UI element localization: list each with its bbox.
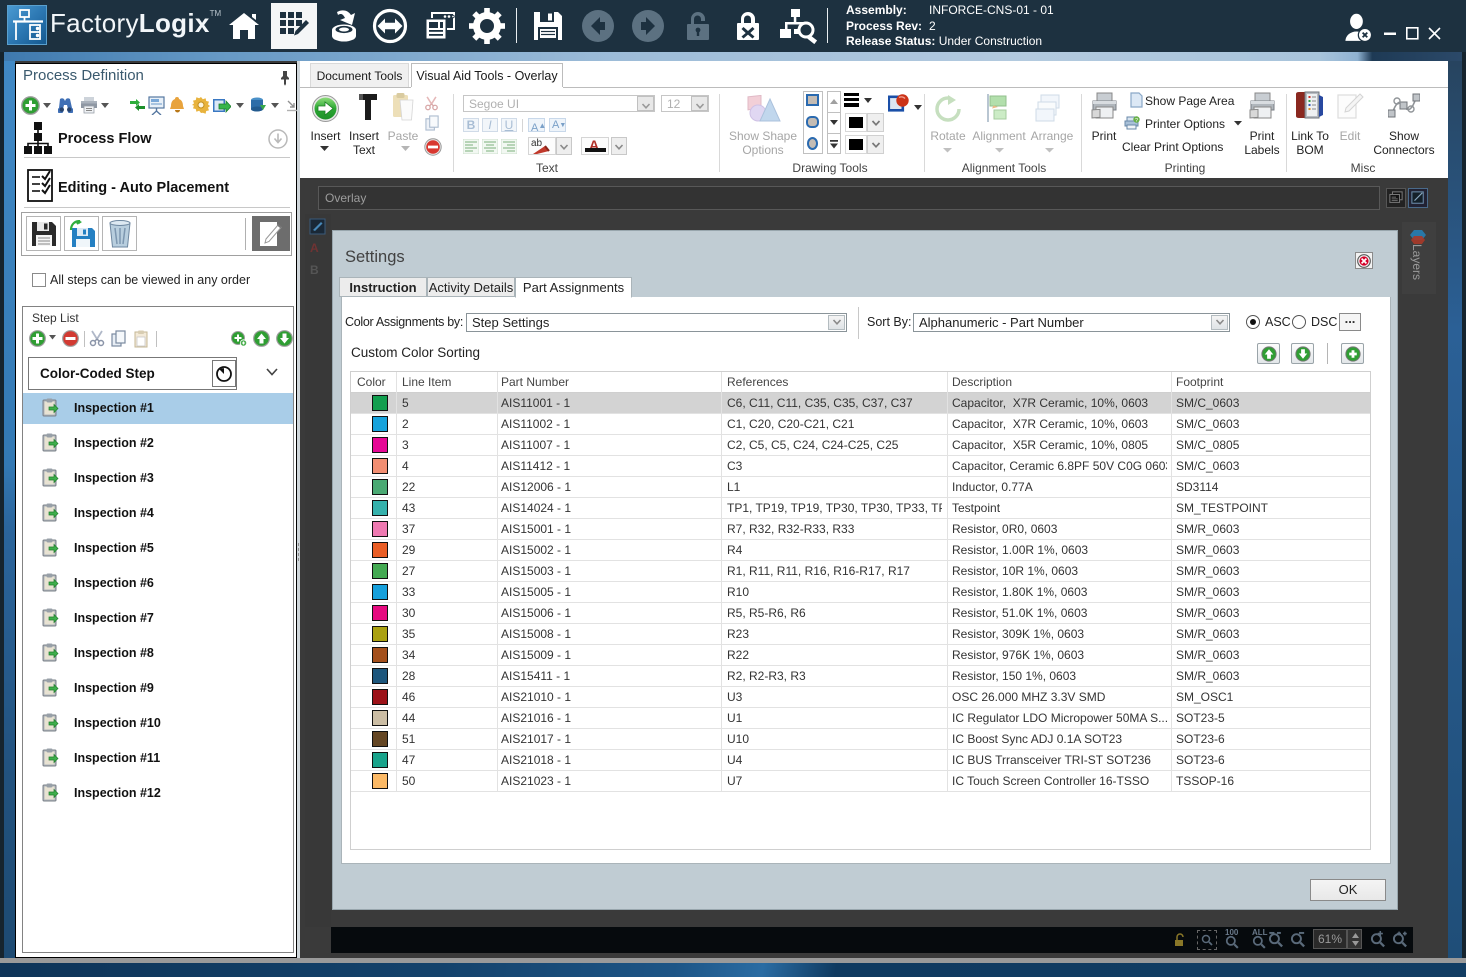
- svg-text:?: ?: [1135, 118, 1138, 124]
